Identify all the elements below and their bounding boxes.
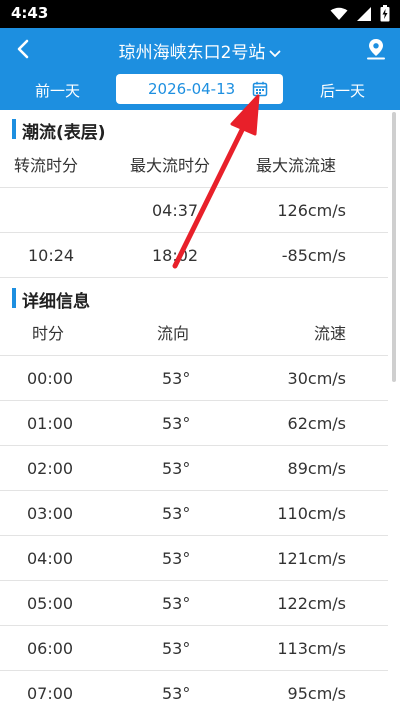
direction-cell: 53° xyxy=(162,369,191,388)
prev-day-button[interactable]: 前一天 xyxy=(14,80,104,101)
turn-time-cell: 10:24 xyxy=(28,246,75,265)
date-value: 2026-04-13 xyxy=(148,80,236,98)
chevron-down-icon xyxy=(269,43,281,63)
table-row: 07:00 53° 95cm/s xyxy=(0,671,388,711)
status-time: 4:43 xyxy=(11,4,49,22)
table-row: 05:00 53° 122cm/s xyxy=(0,581,388,626)
direction-cell: 53° xyxy=(162,684,191,703)
max-speed-cell: -85cm/s xyxy=(281,246,346,265)
section-accent-bar xyxy=(12,288,16,308)
table-row: 02:00 53° 89cm/s xyxy=(0,446,388,491)
app-header: 琼州海峡东口2号站 前一天 2026-04-13 后一天 xyxy=(0,28,400,110)
column-header: 最大流流速 xyxy=(256,156,337,175)
station-selector[interactable]: 琼州海峡东口2号站 xyxy=(0,38,400,63)
table-row: 03:00 53° 110cm/s xyxy=(0,491,388,536)
column-header: 流向 xyxy=(157,324,190,343)
speed-cell: 89cm/s xyxy=(287,459,346,478)
signal-icon xyxy=(356,6,372,26)
tide-section-title: 潮流(表层) xyxy=(22,123,106,143)
direction-cell: 53° xyxy=(162,639,191,658)
table-row: 10:24 18:02 -85cm/s xyxy=(0,233,388,278)
next-day-button[interactable]: 后一天 xyxy=(296,80,386,101)
speed-cell: 121cm/s xyxy=(277,549,346,568)
time-cell: 04:00 xyxy=(27,549,74,568)
tide-section-header: 潮流(表层) xyxy=(0,116,400,144)
detail-section-title: 详细信息 xyxy=(22,292,90,312)
date-picker[interactable]: 2026-04-13 xyxy=(116,74,283,104)
speed-cell: 122cm/s xyxy=(277,594,346,613)
column-header: 时分 xyxy=(32,324,65,343)
table-row: 04:37 126cm/s xyxy=(0,188,388,233)
time-cell: 01:00 xyxy=(27,414,74,433)
table-row: 06:00 53° 113cm/s xyxy=(0,626,388,671)
time-cell: 02:00 xyxy=(27,459,74,478)
wifi-icon xyxy=(330,6,348,25)
column-header: 流速 xyxy=(313,324,346,343)
section-accent-bar xyxy=(12,119,16,139)
speed-cell: 30cm/s xyxy=(287,369,346,388)
direction-cell: 53° xyxy=(162,459,191,478)
scrollbar[interactable] xyxy=(392,112,396,382)
time-cell: 06:00 xyxy=(27,639,74,658)
speed-cell: 110cm/s xyxy=(277,504,346,523)
time-cell: 05:00 xyxy=(27,594,74,613)
status-bar: 4:43 xyxy=(0,0,400,28)
calendar-icon[interactable] xyxy=(252,81,268,101)
location-pin-icon xyxy=(366,38,386,64)
battery-icon xyxy=(380,5,390,26)
direction-cell: 53° xyxy=(162,594,191,613)
direction-cell: 53° xyxy=(162,549,191,568)
max-time-cell: 04:37 xyxy=(152,201,199,220)
station-name: 琼州海峡东口2号站 xyxy=(118,43,266,63)
speed-cell: 95cm/s xyxy=(287,684,346,703)
speed-cell: 113cm/s xyxy=(277,639,346,658)
status-icons xyxy=(330,5,390,26)
table-row: 04:00 53° 121cm/s xyxy=(0,536,388,581)
time-cell: 03:00 xyxy=(27,504,74,523)
table-row: 00:00 53° 30cm/s xyxy=(0,356,388,401)
direction-cell: 53° xyxy=(162,414,191,433)
tide-table-header: 转流时分 最大流时分 最大流流速 xyxy=(0,143,388,188)
time-cell: 00:00 xyxy=(27,369,74,388)
speed-cell: 62cm/s xyxy=(287,414,346,433)
direction-cell: 53° xyxy=(162,504,191,523)
table-row: 01:00 53° 62cm/s xyxy=(0,401,388,446)
max-speed-cell: 126cm/s xyxy=(277,201,346,220)
column-header: 最大流时分 xyxy=(130,156,211,175)
time-cell: 07:00 xyxy=(27,684,74,703)
detail-section-header: 详细信息 xyxy=(0,285,400,313)
max-time-cell: 18:02 xyxy=(152,246,199,265)
location-button[interactable] xyxy=(362,37,390,65)
column-header: 转流时分 xyxy=(14,156,79,175)
detail-table-header: 时分 流向 流速 xyxy=(0,311,388,356)
